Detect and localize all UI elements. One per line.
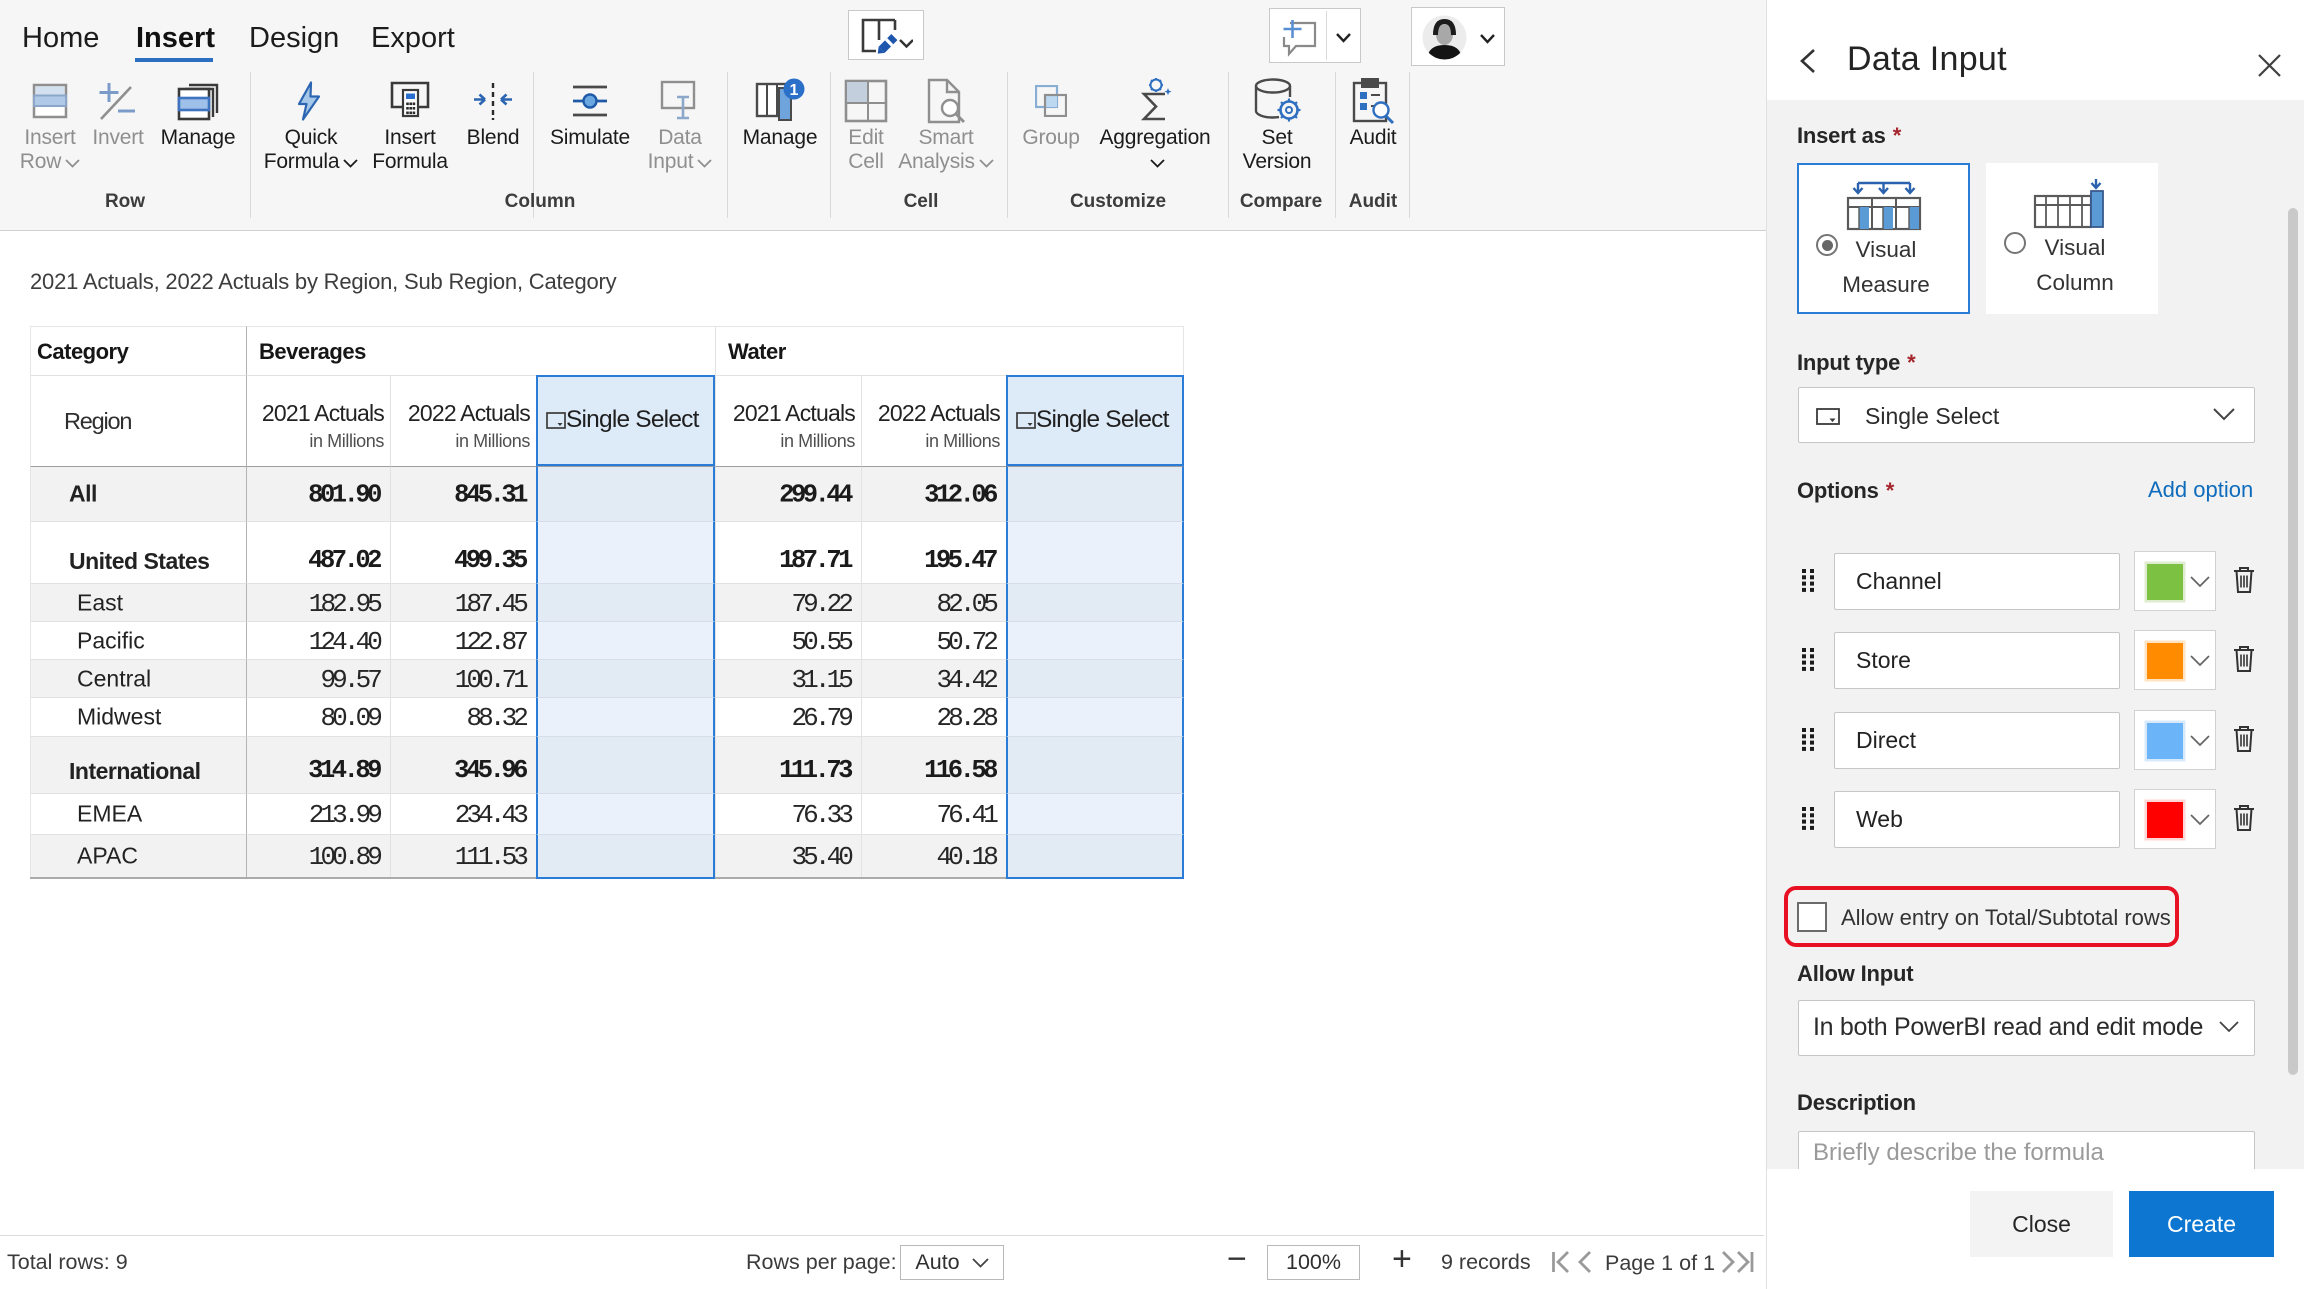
svg-text:Page 1 of 1: Page 1 of 1 — [1605, 1251, 1715, 1275]
